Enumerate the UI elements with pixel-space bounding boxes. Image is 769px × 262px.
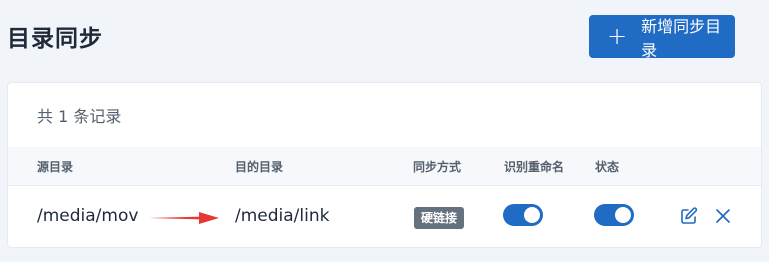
sync-directory-card: 共 1 条记录 源目录 目的目录 同步方式 识别重命名 状态 /media/mo… xyxy=(7,82,762,248)
column-status: 状态 xyxy=(595,160,620,174)
column-rename: 识别重命名 xyxy=(504,160,565,174)
status-toggle[interactable] xyxy=(594,204,634,226)
close-icon[interactable] xyxy=(713,206,733,226)
sync-mode-badge: 硬链接 xyxy=(414,207,465,229)
add-sync-directory-label: 新增同步目录 xyxy=(641,16,722,60)
add-sync-directory-button[interactable]: + 新增同步目录 xyxy=(589,15,735,60)
column-target: 目的目录 xyxy=(235,160,284,174)
edit-icon[interactable] xyxy=(679,206,699,226)
target-path: /media/link xyxy=(235,206,330,226)
toggle-knob xyxy=(524,207,540,223)
source-path: /media/mov xyxy=(37,206,139,226)
column-source: 源目录 xyxy=(37,160,74,174)
record-count: 共 1 条记录 xyxy=(8,83,761,148)
page-title: 目录同步 xyxy=(7,26,103,52)
table-header: 源目录 目的目录 同步方式 识别重命名 状态 xyxy=(8,147,761,186)
arrow-right-icon xyxy=(149,212,219,224)
table-row: /media/mov /media/link 硬链接 xyxy=(8,186,761,248)
rename-toggle[interactable] xyxy=(503,204,543,226)
toggle-knob xyxy=(615,207,631,223)
plus-icon: + xyxy=(607,21,628,50)
column-sync-mode: 同步方式 xyxy=(413,160,462,174)
